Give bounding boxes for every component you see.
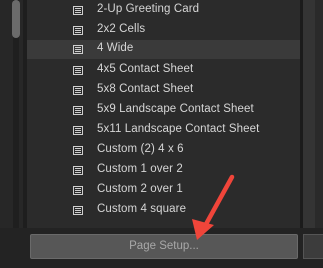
template-browser-list: 2-Up Greeting Card 2x2 Cells 4 Wide 4x5 … (27, 0, 300, 222)
list-item-selected[interactable]: 4 Wide (27, 40, 300, 59)
template-icon (73, 106, 83, 115)
list-item[interactable]: 5x9 Landscape Contact Sheet (27, 101, 300, 120)
list-item[interactable]: Custom 2 over 1 (27, 181, 300, 200)
list-item-label: Custom 4 square (97, 203, 187, 215)
template-icon (73, 45, 83, 54)
corner-button[interactable] (303, 234, 323, 259)
list-item-label: 5x8 Contact Sheet (97, 83, 194, 95)
template-icon (73, 26, 83, 35)
template-icon (73, 66, 83, 75)
template-icon (73, 206, 83, 215)
list-item[interactable]: Custom 4 square (27, 201, 300, 220)
list-item[interactable]: 2-Up Greeting Card (27, 1, 300, 20)
list-item-label: 4 Wide (97, 42, 134, 54)
scrollbar-thumb[interactable] (12, 0, 20, 38)
template-icon (73, 146, 83, 155)
list-item[interactable]: Custom 1 over 2 (27, 161, 300, 180)
right-pane-strip (315, 0, 323, 228)
list-item[interactable]: 5x11 Landscape Contact Sheet (27, 121, 300, 140)
page-setup-button[interactable]: Page Setup... (30, 234, 298, 259)
list-item-label: Custom (2) 4 x 6 (97, 143, 184, 155)
page-setup-label: Page Setup... (129, 240, 199, 252)
list-item-label: 4x5 Contact Sheet (97, 63, 194, 75)
template-icon (73, 186, 83, 195)
list-item-label: Custom 2 over 1 (97, 183, 183, 195)
template-icon (73, 126, 83, 135)
list-item-label: Custom 1 over 2 (97, 163, 183, 175)
list-item-label: 5x11 Landscape Contact Sheet (97, 123, 260, 135)
list-item[interactable]: 2x2 Cells (27, 21, 300, 40)
template-icon (73, 6, 83, 15)
list-item[interactable]: 4x5 Contact Sheet (27, 61, 300, 80)
list-item[interactable]: Custom (2) 4 x 6 (27, 141, 300, 160)
list-item-label: 5x9 Landscape Contact Sheet (97, 103, 254, 115)
template-icon (73, 166, 83, 175)
list-item[interactable]: 5x8 Contact Sheet (27, 81, 300, 100)
template-icon (73, 86, 83, 95)
list-item-label: 2-Up Greeting Card (97, 3, 200, 15)
list-item-label: 2x2 Cells (97, 23, 146, 35)
